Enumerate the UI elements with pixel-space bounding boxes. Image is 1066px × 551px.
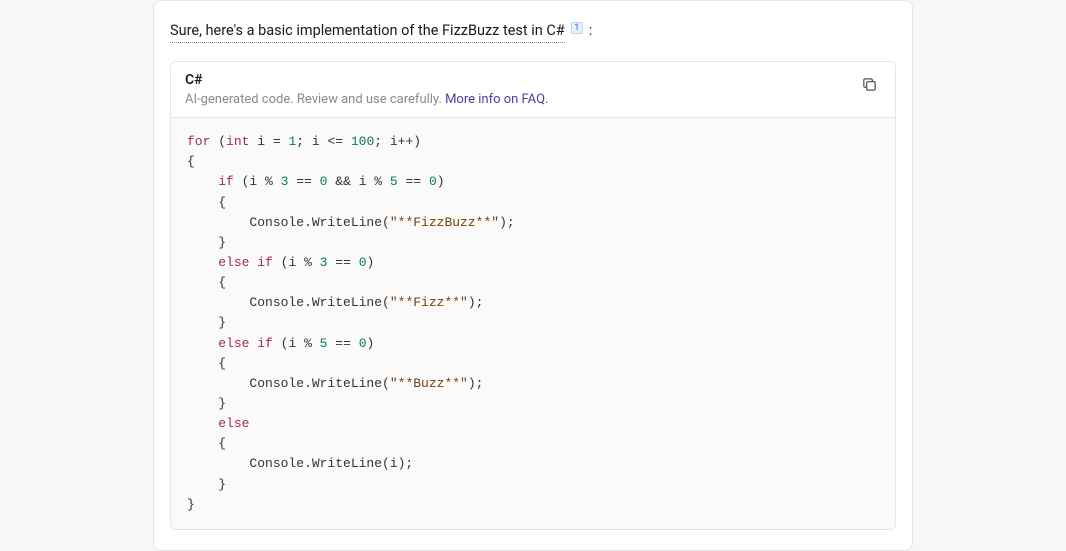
code-token	[187, 174, 218, 189]
footnote-ref[interactable]: 1	[571, 22, 583, 34]
response-card: Sure, here's a basic implementation of t…	[153, 0, 913, 551]
code-token	[187, 336, 218, 351]
intro-suffix: :	[589, 22, 593, 39]
code-token: (i %	[273, 255, 320, 270]
code-token: }	[187, 315, 226, 330]
code-warning: AI-generated code. Review and use carefu…	[185, 92, 881, 107]
code-token: {	[187, 195, 226, 210]
code-token: Console.WriteLine(	[187, 215, 390, 230]
code-token: else	[218, 255, 249, 270]
code-token: );	[468, 376, 484, 391]
code-token: 0	[429, 174, 437, 189]
code-token: if	[218, 174, 234, 189]
code-token: "**FizzBuzz**"	[390, 215, 499, 230]
code-token: 5	[390, 174, 398, 189]
intro-line: Sure, here's a basic implementation of t…	[154, 19, 912, 53]
code-token: )	[437, 174, 445, 189]
code-token: {	[187, 275, 226, 290]
code-token: int	[226, 134, 249, 149]
code-token: {	[187, 154, 195, 169]
code-pre: for (int i = 1; i <= 100; i++) { if (i %…	[187, 132, 879, 515]
code-token: 0	[359, 336, 367, 351]
code-token: );	[499, 215, 515, 230]
code-token: (i %	[234, 174, 281, 189]
code-token: ==	[327, 255, 358, 270]
code-token	[187, 416, 218, 431]
code-warning-text: AI-generated code. Review and use carefu…	[185, 92, 445, 107]
code-token: ; i++)	[374, 134, 421, 149]
code-token: if	[257, 336, 273, 351]
code-token: ==	[288, 174, 319, 189]
code-token: i =	[249, 134, 288, 149]
code-token: ==	[398, 174, 429, 189]
code-token: Console.WriteLine(	[187, 295, 390, 310]
code-token: && i %	[327, 174, 389, 189]
code-token: }	[187, 396, 226, 411]
intro-text: Sure, here's a basic implementation of t…	[170, 19, 565, 43]
code-token: )	[367, 336, 375, 351]
code-token: }	[187, 235, 226, 250]
code-header: C# AI-generated code. Review and use car…	[171, 62, 895, 118]
code-language-label: C#	[185, 72, 881, 88]
code-token: else	[218, 416, 249, 431]
copy-icon	[861, 76, 878, 96]
code-token: else	[218, 336, 249, 351]
code-token: "**Buzz**"	[390, 376, 468, 391]
copy-button[interactable]	[857, 74, 881, 98]
code-token: {	[187, 436, 226, 451]
code-token: }	[187, 477, 226, 492]
code-token: (	[210, 134, 226, 149]
code-token: )	[367, 255, 375, 270]
code-token: "**Fizz**"	[390, 295, 468, 310]
code-token: 100	[351, 134, 374, 149]
code-token: );	[468, 295, 484, 310]
code-token: ; i <=	[296, 134, 351, 149]
code-token: {	[187, 356, 226, 371]
code-token: ==	[327, 336, 358, 351]
code-token: }	[187, 497, 195, 512]
code-warning-link[interactable]: More info on FAQ.	[445, 92, 548, 107]
code-token: for	[187, 134, 210, 149]
code-token	[187, 255, 218, 270]
code-token: 0	[359, 255, 367, 270]
code-token: (i %	[273, 336, 320, 351]
code-block: C# AI-generated code. Review and use car…	[170, 61, 896, 530]
code-body[interactable]: for (int i = 1; i <= 100; i++) { if (i %…	[171, 118, 895, 529]
code-token: if	[257, 255, 273, 270]
code-token: Console.WriteLine(	[187, 376, 390, 391]
code-token: Console.WriteLine(i);	[187, 456, 413, 471]
